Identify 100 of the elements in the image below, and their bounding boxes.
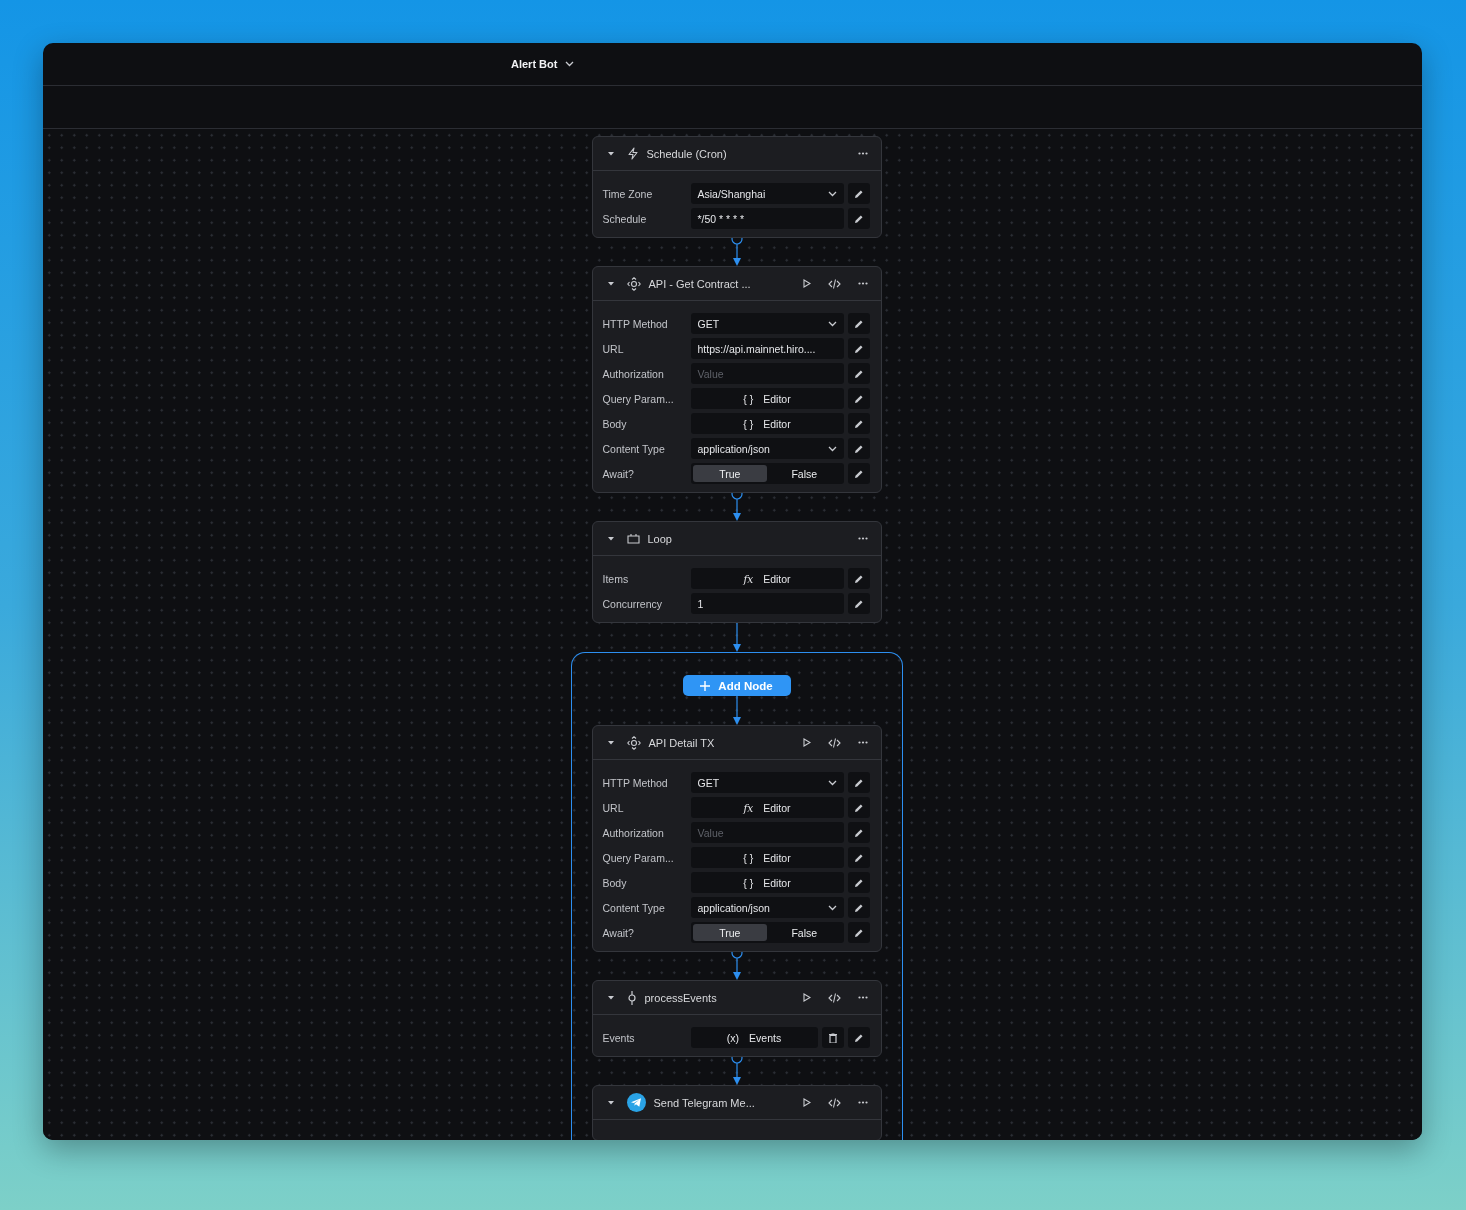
connector-arrow	[730, 696, 743, 725]
chevron-down-icon	[827, 445, 837, 452]
play-icon	[802, 993, 811, 1002]
editor-button[interactable]: fx Editor	[690, 568, 844, 589]
pencil-icon	[853, 343, 864, 354]
input-field[interactable]: https://api.mainnet.hiro....	[690, 338, 844, 359]
field-label: Items	[602, 572, 630, 585]
editor-button[interactable]: { } Editor	[690, 872, 844, 893]
editor-button[interactable]: { } Editor	[690, 388, 844, 409]
field-label: Authorization	[602, 826, 665, 839]
caret-icon	[607, 151, 614, 156]
node-title: Send Telegram Me...	[653, 1096, 756, 1109]
chevron-down-icon	[565, 61, 575, 67]
input-field[interactable]: */50 * * * *	[690, 208, 844, 229]
move-arrows-icon	[626, 276, 641, 291]
pencil-icon	[853, 393, 864, 404]
play-icon	[802, 279, 811, 288]
toggle-option[interactable]: False	[767, 465, 842, 482]
edit-button[interactable]	[847, 922, 870, 943]
field-label: Time Zone	[602, 187, 654, 200]
code-icon	[828, 1097, 841, 1108]
node-title: Loop	[647, 532, 673, 545]
commit-icon	[626, 990, 637, 1005]
more-icon	[857, 537, 868, 540]
dropdown[interactable]: GET	[690, 772, 844, 793]
pencil-icon	[853, 777, 864, 788]
caret-icon	[607, 740, 614, 745]
edit-button[interactable]	[847, 313, 870, 334]
edit-button[interactable]	[847, 797, 870, 818]
caret-icon	[607, 1100, 614, 1105]
edit-button[interactable]	[847, 208, 870, 229]
edit-button[interactable]	[847, 847, 870, 868]
workflow-title[interactable]: Alert Bot	[511, 58, 558, 70]
field-label: Query Param...	[602, 851, 675, 864]
dropdown[interactable]: application/json	[690, 438, 844, 459]
code-icon	[828, 278, 841, 289]
node-title: processEvents	[644, 991, 718, 1004]
more-icon	[857, 1101, 868, 1104]
edit-button[interactable]	[847, 1027, 870, 1048]
chevron-down-icon	[827, 320, 837, 327]
edit-button[interactable]	[847, 568, 870, 589]
more-icon	[857, 152, 868, 155]
more-icon	[857, 996, 868, 999]
editor-button[interactable]: (x) Events	[690, 1027, 818, 1048]
pencil-icon	[853, 598, 864, 609]
edit-button[interactable]	[847, 363, 870, 384]
chevron-down-icon	[827, 190, 837, 197]
node-title: API Detail TX	[648, 736, 716, 749]
caret-icon	[607, 995, 614, 1000]
editor-button[interactable]: fx Editor	[690, 797, 844, 818]
dropdown[interactable]: application/json	[690, 897, 844, 918]
edit-button[interactable]	[847, 438, 870, 459]
field-label: Body	[602, 417, 628, 430]
pencil-icon	[853, 1032, 864, 1043]
move-arrows-icon	[626, 735, 641, 750]
dropdown[interactable]: Asia/Shanghai	[690, 183, 844, 204]
pencil-icon	[853, 418, 864, 429]
caret-icon	[607, 281, 614, 286]
code-icon	[828, 992, 841, 1003]
edit-button[interactable]	[847, 772, 870, 793]
play-icon	[802, 738, 811, 747]
edit-button[interactable]	[847, 183, 870, 204]
edit-button[interactable]	[847, 413, 870, 434]
field-label: HTTP Method	[602, 776, 669, 789]
pencil-icon	[853, 443, 864, 454]
trash-icon	[828, 1032, 837, 1043]
loop-icon	[626, 533, 640, 544]
edit-button[interactable]	[847, 338, 870, 359]
field-label: Events	[602, 1031, 636, 1044]
edit-button[interactable]	[847, 822, 870, 843]
field-label: Authorization	[602, 367, 665, 380]
connector-arrow	[730, 1057, 743, 1085]
editor-button[interactable]: { } Editor	[690, 413, 844, 434]
pencil-icon	[853, 188, 864, 199]
dropdown[interactable]: GET	[690, 313, 844, 334]
toggle-option[interactable]: True	[692, 465, 767, 482]
pencil-icon	[853, 852, 864, 863]
toggle-option[interactable]: True	[692, 924, 767, 941]
node-title: API - Get Contract ...	[648, 277, 752, 290]
edit-button[interactable]	[847, 872, 870, 893]
pencil-icon	[853, 573, 864, 584]
toggle-option[interactable]: False	[767, 924, 842, 941]
edit-button[interactable]	[847, 593, 870, 614]
field-label: Concurrency	[602, 597, 664, 610]
more-icon	[857, 282, 868, 285]
edit-button[interactable]	[847, 897, 870, 918]
pencil-icon	[853, 802, 864, 813]
delete-button[interactable]	[821, 1027, 844, 1048]
pencil-icon	[853, 877, 864, 888]
plus-icon	[700, 680, 711, 691]
input-field[interactable]: 1	[690, 593, 844, 614]
chevron-down-icon	[827, 779, 837, 786]
code-icon	[828, 737, 841, 748]
pencil-icon	[853, 318, 864, 329]
editor-button[interactable]: { } Editor	[690, 847, 844, 868]
edit-button[interactable]	[847, 463, 870, 484]
edit-button[interactable]	[847, 388, 870, 409]
lightning-icon	[626, 147, 639, 160]
paper-plane-icon	[626, 1093, 646, 1112]
field-label: HTTP Method	[602, 317, 669, 330]
